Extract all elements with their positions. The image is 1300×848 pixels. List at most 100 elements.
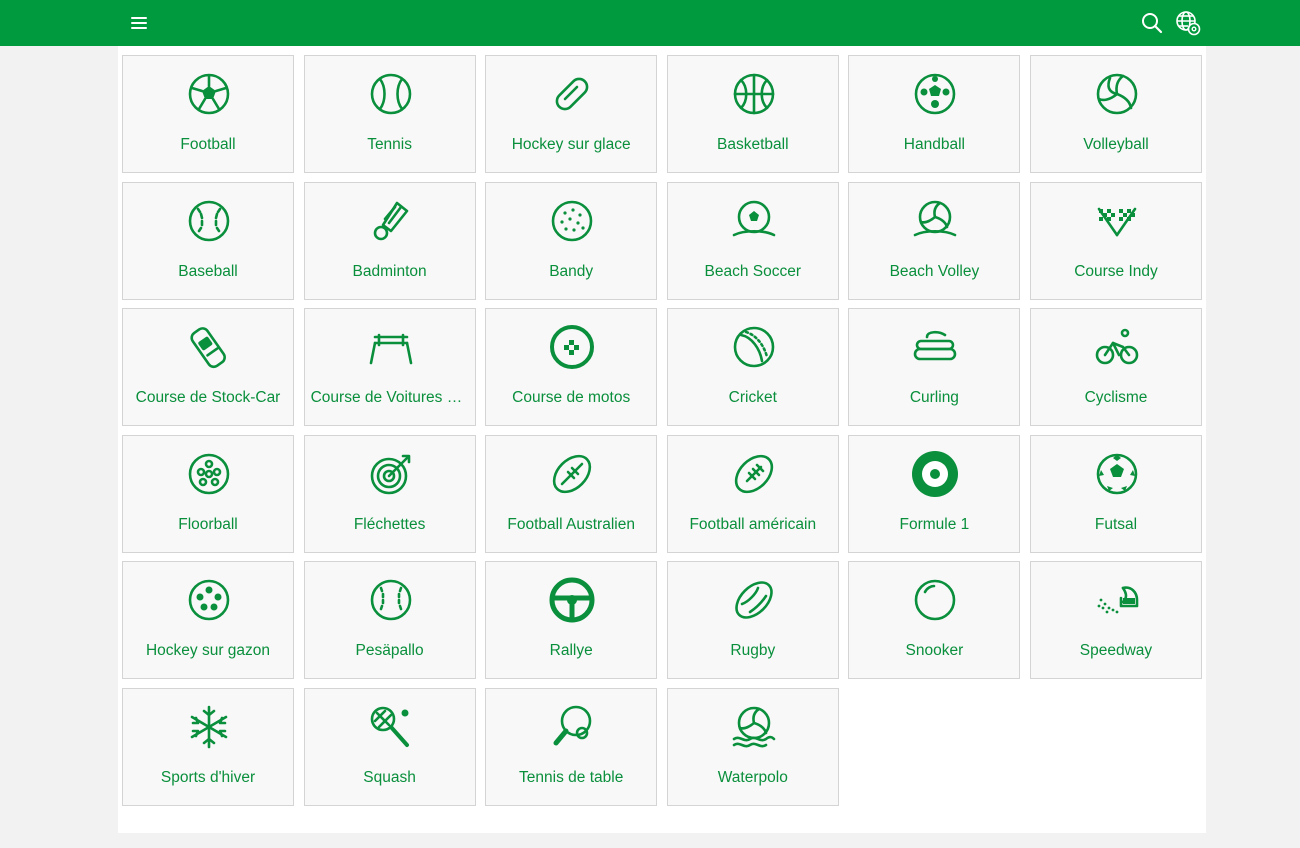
- sport-tile-field-hockey[interactable]: Hockey sur gazon: [122, 561, 294, 680]
- bandy-icon: [548, 197, 596, 245]
- moto-icon: [548, 323, 596, 371]
- sport-tile-curling[interactable]: Curling: [848, 308, 1021, 427]
- table-tennis-icon: [548, 703, 596, 751]
- beach-volley-icon: [911, 197, 959, 245]
- indy-flags-icon: [1093, 197, 1141, 245]
- sport-tile-aussie-rules[interactable]: Football Australien: [485, 434, 658, 553]
- sport-tile-label: Handball: [903, 136, 965, 153]
- sport-tile-label: Rallye: [549, 642, 593, 660]
- beach-soccer-icon: [730, 197, 778, 245]
- tennis-icon: [367, 70, 415, 118]
- sport-tile-label: Cyclisme: [1084, 389, 1148, 407]
- search-icon[interactable]: [1139, 10, 1165, 36]
- sport-tile-label: Tennis de table: [519, 769, 624, 786]
- sport-tile-label: Futsal: [1094, 515, 1138, 533]
- rugby-icon: [730, 576, 778, 624]
- rally-icon: [548, 576, 596, 624]
- hamburger-menu-icon[interactable]: [126, 10, 152, 36]
- sport-tile-label: Waterpolo: [717, 769, 788, 786]
- ice-hockey-icon: [548, 70, 596, 118]
- sport-tile-label: Cricket: [728, 389, 777, 407]
- handball-icon: [911, 70, 959, 118]
- floorball-icon: [185, 450, 233, 498]
- basketball-icon: [730, 70, 778, 118]
- waterpolo-icon: [730, 703, 778, 751]
- sport-tile-bandy[interactable]: Bandy: [485, 181, 658, 300]
- sport-tile-label: Speedway: [1079, 642, 1153, 660]
- touring-car-icon: [367, 323, 415, 371]
- sport-tile-american-football[interactable]: Football américain: [666, 434, 839, 553]
- sport-tile-beach-volley[interactable]: Beach Volley: [848, 181, 1021, 300]
- formula-1-icon: [911, 450, 959, 498]
- field-hockey-icon: [185, 576, 233, 624]
- sport-tile-label: Squash: [363, 769, 416, 786]
- sport-tile-snooker[interactable]: Snooker: [848, 561, 1021, 680]
- darts-icon: [367, 450, 415, 498]
- sport-tile-darts[interactable]: Fléchettes: [303, 434, 476, 553]
- sport-tile-touring-car[interactable]: Course de Voitures de Tourisme: [303, 308, 476, 427]
- volleyball-icon: [1093, 70, 1141, 118]
- cricket-icon: [730, 323, 778, 371]
- sport-tile-label: Hockey sur glace: [511, 136, 631, 153]
- sport-tile-formula-1[interactable]: Formule 1: [848, 434, 1021, 553]
- sport-tile-label: Course de Stock-Car: [135, 389, 281, 407]
- sport-tile-volleyball[interactable]: Volleyball: [1030, 55, 1202, 173]
- sport-tile-stock-car[interactable]: Course de Stock-Car: [122, 308, 294, 427]
- sport-tile-label: Basketball: [717, 136, 789, 153]
- sport-tile-label: Football: [180, 136, 236, 153]
- top-bar: [0, 0, 1300, 46]
- sport-tile-label: Baseball: [178, 262, 238, 280]
- sport-tile-label: Badminton: [352, 262, 427, 280]
- sport-tile-label: Beach Volley: [889, 262, 980, 280]
- curling-icon: [911, 323, 959, 371]
- sport-tile-label: Bandy: [549, 262, 594, 280]
- sport-tile-beach-soccer[interactable]: Beach Soccer: [666, 181, 839, 300]
- sport-tile-snowflake[interactable]: Sports d'hiver: [122, 688, 294, 806]
- sport-tile-label: Sports d'hiver: [160, 769, 256, 786]
- stock-car-icon: [185, 323, 233, 371]
- sport-tile-label: Football Australien: [507, 515, 635, 533]
- cycling-icon: [1093, 323, 1141, 371]
- sport-tile-badminton[interactable]: Badminton: [303, 181, 476, 300]
- sport-tile-label: Football américain: [689, 515, 817, 533]
- futsal-icon: [1093, 450, 1141, 498]
- aussie-rules-icon: [548, 450, 596, 498]
- sport-tile-label: Snooker: [905, 642, 964, 660]
- sport-tile-label: Formule 1: [899, 515, 970, 533]
- sport-tile-rally[interactable]: Rallye: [485, 561, 658, 680]
- sport-tile-label: Hockey sur gazon: [145, 642, 271, 660]
- football-icon: [185, 70, 233, 118]
- sport-tile-football[interactable]: Football: [122, 55, 294, 173]
- sport-tile-rugby[interactable]: Rugby: [666, 561, 839, 680]
- sport-tile-cycling[interactable]: Cyclisme: [1030, 308, 1202, 427]
- sport-tile-cricket[interactable]: Cricket: [666, 308, 839, 427]
- snooker-icon: [911, 576, 959, 624]
- sport-tile-label: Volleyball: [1083, 136, 1149, 153]
- sport-tile-squash[interactable]: Squash: [303, 688, 476, 806]
- sport-tile-waterpolo[interactable]: Waterpolo: [666, 688, 839, 806]
- sport-tile-handball[interactable]: Handball: [848, 55, 1021, 173]
- sport-tile-label: Floorball: [178, 515, 238, 533]
- sport-tile-table-tennis[interactable]: Tennis de table: [485, 688, 658, 806]
- sport-tile-moto[interactable]: Course de motos: [485, 308, 658, 427]
- sport-tile-futsal[interactable]: Futsal: [1030, 434, 1202, 553]
- sport-tile-ice-hockey[interactable]: Hockey sur glace: [485, 55, 658, 173]
- pesapallo-icon: [367, 576, 415, 624]
- sport-tile-label: Curling: [909, 389, 959, 407]
- speedway-icon: [1093, 576, 1141, 624]
- sport-tile-label: Fléchettes: [353, 515, 426, 533]
- sport-tile-floorball[interactable]: Floorball: [122, 434, 294, 553]
- sport-tile-speedway[interactable]: Speedway: [1030, 561, 1202, 680]
- squash-icon: [367, 703, 415, 751]
- american-football-icon: [730, 450, 778, 498]
- sport-tile-label: Course de motos: [512, 389, 631, 407]
- sport-tile-tennis[interactable]: Tennis: [303, 55, 476, 173]
- sport-tile-pesapallo[interactable]: Pesäpallo: [303, 561, 476, 680]
- sport-tile-basketball[interactable]: Basketball: [666, 55, 839, 173]
- baseball-icon: [185, 197, 233, 245]
- sport-tile-indy-flags[interactable]: Course Indy: [1030, 181, 1202, 300]
- snowflake-icon: [185, 703, 233, 751]
- sport-tile-baseball[interactable]: Baseball: [122, 181, 294, 300]
- badminton-icon: [367, 197, 415, 245]
- globe-settings-icon[interactable]: [1175, 10, 1201, 36]
